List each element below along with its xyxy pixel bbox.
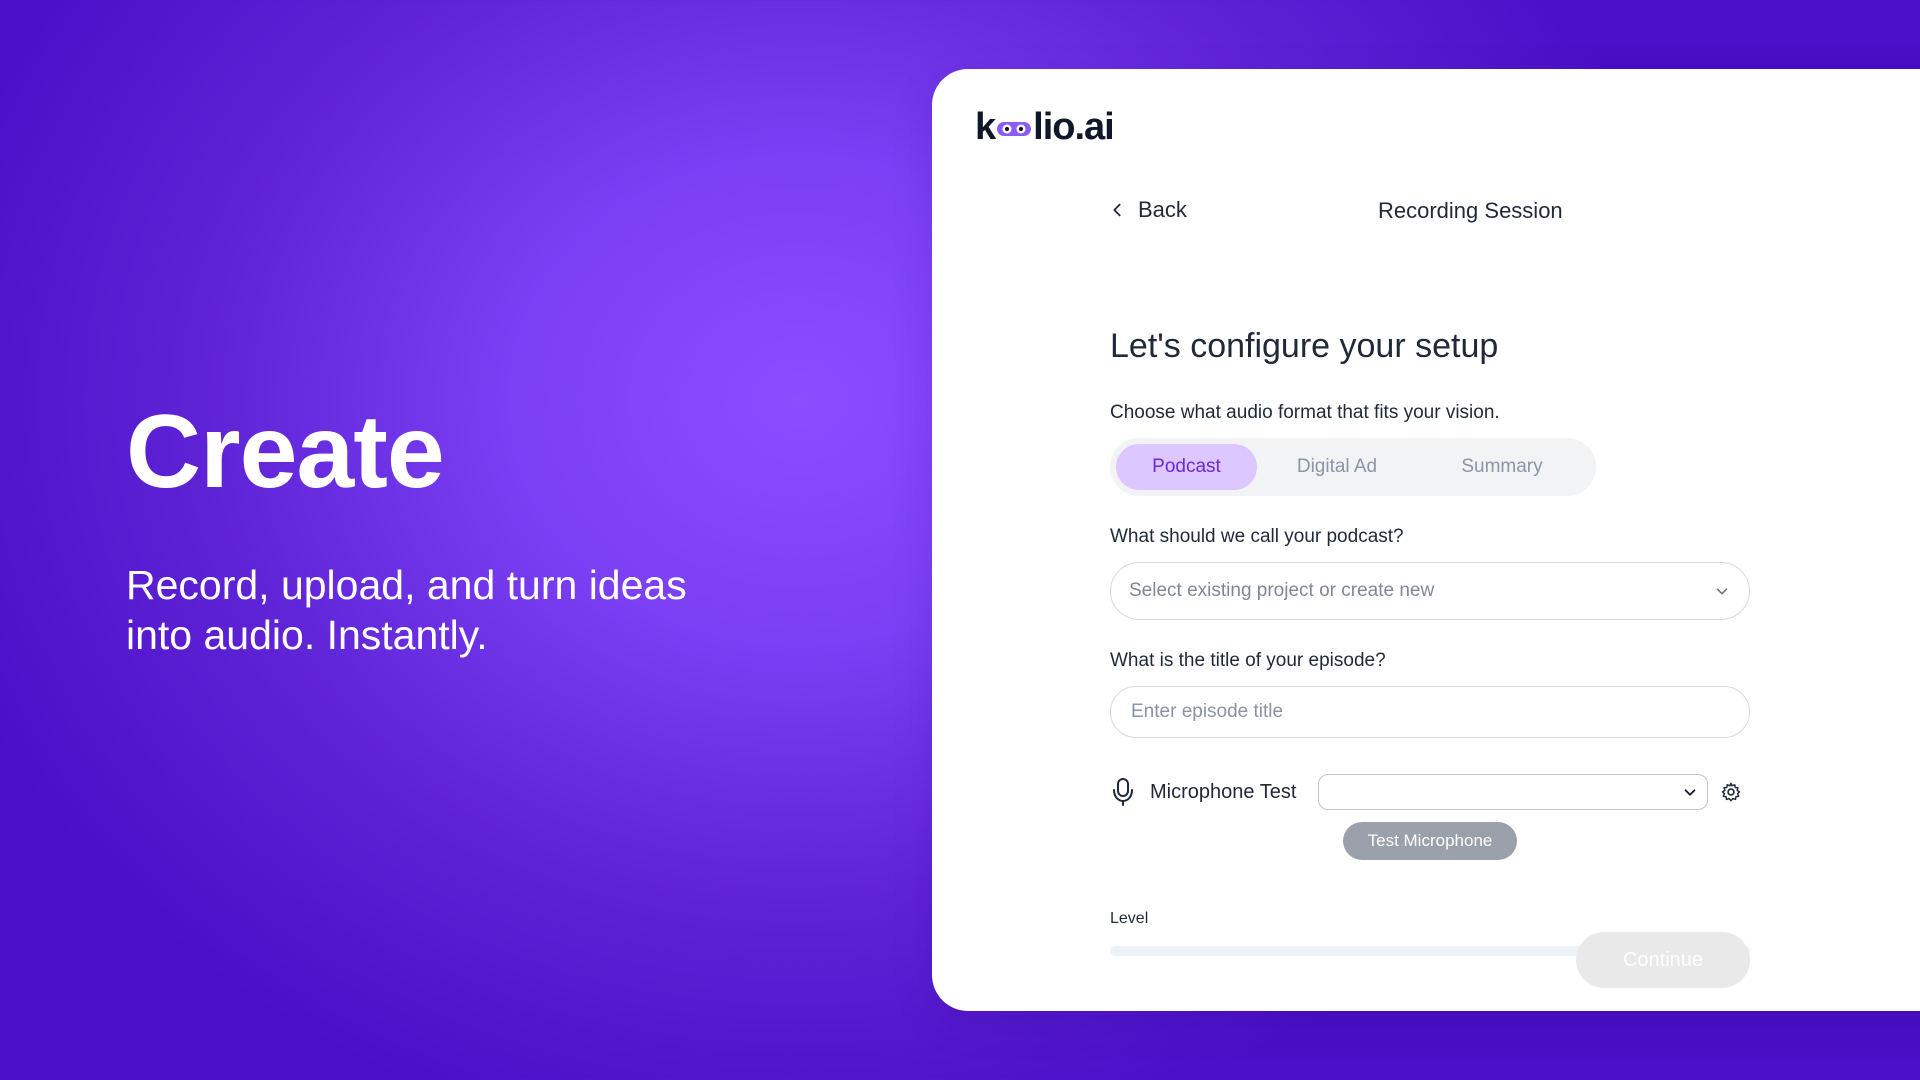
setup-card: k lio.ai Back Recording Session Let's co… — [932, 69, 1920, 1011]
format-digital-ad-tab[interactable]: Digital Ad — [1257, 444, 1417, 490]
microphone-test-label: Microphone Test — [1150, 780, 1297, 803]
session-header: Back Recording Session — [1108, 177, 1748, 249]
logo-suffix: lio.ai — [1033, 105, 1115, 148]
setup-form: Let's configure your setup Choose what a… — [1110, 259, 1750, 956]
episode-title-label: What is the title of your episode? — [1110, 650, 1386, 671]
microphone-test-row: Microphone Test — [1110, 774, 1750, 810]
logo-prefix: k — [975, 105, 996, 148]
continue-button[interactable]: Continue — [1576, 932, 1750, 988]
audio-format-segmented-control: Podcast Digital Ad Summary — [1110, 438, 1596, 496]
format-podcast-tab[interactable]: Podcast — [1116, 444, 1257, 490]
hero-section: Create Record, upload, and turn ideas in… — [126, 400, 766, 660]
project-select-value: Select existing project or create new — [1129, 580, 1435, 601]
brand-logo: k lio.ai — [975, 100, 1115, 154]
chevron-left-icon — [1113, 203, 1121, 217]
back-label: Back — [1138, 197, 1187, 222]
back-button[interactable]: Back — [1108, 197, 1187, 223]
episode-title-input[interactable] — [1129, 700, 1731, 724]
session-title: Recording Session — [1378, 198, 1563, 223]
microphone-level-label: Level — [1110, 910, 1149, 927]
setup-heading: Let's configure your setup — [1110, 327, 1499, 365]
chevron-down-icon — [1716, 588, 1728, 595]
hero-subtitle: Record, upload, and turn ideas into audi… — [126, 560, 766, 660]
gear-icon[interactable] — [1720, 781, 1742, 803]
hero-subtitle-line-2: into audio. Instantly. — [126, 612, 488, 658]
episode-title-field[interactable] — [1110, 686, 1750, 738]
audio-format-label: Choose what audio format that fits your … — [1110, 402, 1500, 423]
microphone-icon — [1113, 778, 1133, 806]
project-select[interactable]: Select existing project or create new — [1110, 562, 1750, 620]
microphone-device-select[interactable] — [1318, 774, 1709, 810]
test-microphone-button[interactable]: Test Microphone — [1343, 822, 1517, 860]
infinity-loop-icon — [997, 122, 1032, 136]
chevron-down-icon — [1684, 789, 1696, 796]
hero-title: Create — [126, 394, 445, 510]
format-summary-tab[interactable]: Summary — [1417, 444, 1587, 490]
podcast-name-label: What should we call your podcast? — [1110, 526, 1404, 547]
hero-subtitle-line-1: Record, upload, and turn ideas — [126, 562, 687, 608]
